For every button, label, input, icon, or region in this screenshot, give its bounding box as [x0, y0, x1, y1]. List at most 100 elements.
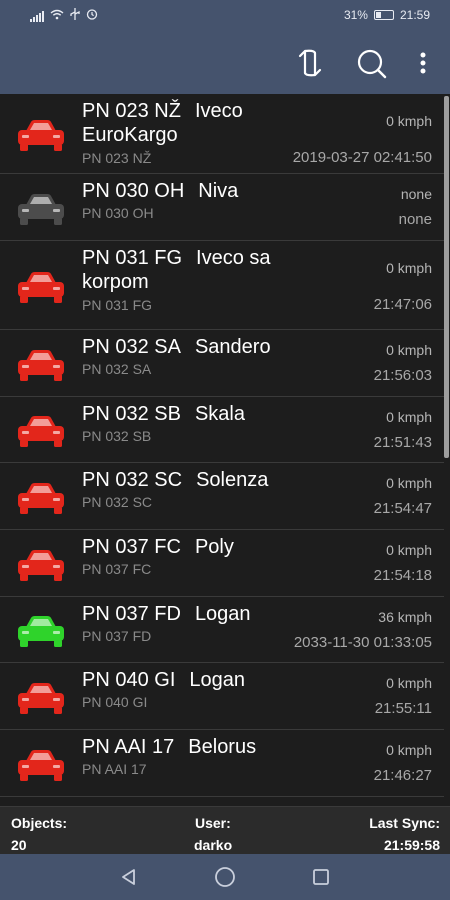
car-status-icon — [16, 682, 66, 716]
vehicle-row[interactable]: PN 031 FG Iveco sa korpom PN 031 FG 0 kmph 21… — [0, 241, 444, 330]
vehicle-name: Logan — [194, 603, 251, 625]
vehicle-row[interactable]: PN 040 GI Logan PN 040 GI 0 kmph 21:55:11 — [0, 663, 444, 730]
last-sync-value: 21:59:58 — [383, 837, 440, 853]
vehicle-speed: 36 kmph — [378, 609, 432, 625]
vehicle-title: PN 040 GI Logan — [82, 668, 332, 692]
status-time: 21:59 — [399, 8, 430, 22]
vehicle-title: PN 037 FC Poly — [82, 535, 332, 559]
vehicle-name: Logan — [189, 669, 246, 691]
vehicle-subtitle: PN 037 FD — [82, 628, 152, 644]
last-sync-label: Last Sync: — [369, 815, 440, 831]
vehicle-title: PN 031 FG Iveco sa korpom — [82, 246, 332, 294]
vehicle-subtitle: PN 031 FG — [82, 297, 153, 313]
vehicle-plate: PN 037 FD — [82, 603, 181, 625]
vehicle-plate: PN 032 SA — [82, 336, 181, 358]
signal-icon — [30, 10, 44, 22]
vehicle-speed: 0 kmph — [386, 742, 432, 758]
status-icons-left — [30, 8, 98, 23]
more-vert-icon[interactable] — [406, 46, 440, 80]
vehicle-row[interactable]: PN 032 SB Skala PN 032 SB 0 kmph 21:51:43 — [0, 397, 444, 463]
vehicle-speed: 0 kmph — [386, 675, 432, 691]
vehicle-title: PN 037 FD Logan — [82, 602, 332, 626]
scroll-thumb[interactable] — [444, 96, 449, 458]
status-icons-right: 31% 21:59 — [344, 8, 430, 22]
vehicle-last-update: 2019-03-27 02:41:50 — [292, 149, 432, 166]
vehicle-row[interactable]: PN 030 OH Niva PN 030 OH none none — [0, 174, 444, 241]
vehicle-row[interactable]: PN 037 FC Poly PN 037 FC 0 kmph 21:54:18 — [0, 530, 444, 597]
user-label: User: — [195, 815, 231, 831]
vehicle-plate: PN 032 SB — [82, 403, 181, 425]
vehicle-last-update: 21:54:47 — [373, 500, 432, 517]
vehicle-name-cont: EuroKargo — [82, 124, 178, 146]
sync-icon[interactable] — [293, 46, 327, 80]
objects-label: Objects: — [11, 815, 68, 831]
vehicle-row[interactable]: PN 032 SC Solenza PN 032 SC 0 kmph 21:54:47 — [0, 463, 444, 530]
vehicle-subtitle: PN 040 GI — [82, 694, 148, 710]
vehicle-row[interactable]: PN 037 FD Logan PN 037 FD 36 kmph 2033-11-30… — [0, 597, 444, 663]
vehicle-subtitle: PN 023 NŽ — [82, 150, 152, 166]
vehicle-title: PN 030 OH Niva — [82, 179, 332, 203]
vehicle-title: PN 032 SB Skala — [82, 402, 332, 426]
vehicle-plate: PN 037 FC — [82, 536, 181, 558]
battery-percent: 31% — [343, 8, 368, 22]
vehicle-name: Niva — [198, 180, 239, 202]
vehicle-subtitle: PN 037 FC — [82, 561, 152, 577]
vehicle-last-update: 21:56:03 — [373, 367, 432, 384]
vehicle-subtitle: PN 030 OH — [82, 205, 154, 221]
car-status-icon — [16, 193, 66, 227]
vehicle-subtitle: PN 032 SB — [82, 428, 152, 444]
vehicle-row[interactable]: PN 023 NŽ Iveco EuroKargo PN 023 NŽ 0 kmph 20… — [0, 94, 444, 174]
vehicle-list[interactable]: PN 023 NŽ Iveco EuroKargo PN 023 NŽ 0 kmph 20… — [0, 94, 450, 806]
user-value: darko — [194, 837, 233, 853]
vehicle-plate: PN 040 GI — [82, 669, 176, 691]
vehicle-plate: PN 032 SC — [82, 469, 183, 491]
vehicle-speed: 0 kmph — [386, 342, 432, 358]
car-status-icon — [16, 749, 66, 783]
vehicle-name: Skala — [194, 403, 245, 425]
car-status-icon — [16, 415, 66, 449]
vehicle-last-update: 21:51:43 — [373, 434, 432, 451]
vehicle-title: PN 023 NŽ Iveco EuroKargo — [82, 99, 332, 147]
vehicle-subtitle: PN AAI 17 — [82, 761, 147, 777]
vehicle-row[interactable]: PN AAI 17 Belorus PN AAI 17 0 kmph 21:46:27 — [0, 730, 444, 797]
vehicle-title: PN AAI 17 Belorus — [82, 735, 332, 759]
wifi-icon — [50, 9, 64, 23]
vehicle-name: Iveco sa — [196, 247, 271, 269]
car-status-icon — [16, 615, 66, 649]
app-toolbar — [0, 30, 450, 94]
vehicle-name: Belorus — [188, 736, 257, 758]
alarm-icon — [86, 8, 98, 23]
vehicle-last-update: 21:54:18 — [373, 567, 432, 584]
vehicle-speed: 0 kmph — [386, 113, 432, 129]
vehicle-last-update: none — [398, 211, 432, 228]
vehicle-plate: PN AAI 17 — [82, 736, 175, 758]
car-status-icon — [16, 119, 66, 153]
system-nav-bar — [0, 854, 450, 900]
status-bar: 31% 21:59 — [0, 0, 450, 30]
vehicle-speed: 0 kmph — [386, 475, 432, 491]
vehicle-subtitle: PN 032 SA — [82, 361, 152, 377]
recents-icon[interactable] — [306, 862, 336, 892]
vehicle-speed: none — [400, 186, 432, 202]
home-icon[interactable] — [210, 862, 240, 892]
summary-footer: Objects: 20 User: darko Last Sync: 21:59… — [0, 806, 450, 855]
vehicle-title: PN 032 SC Solenza — [82, 468, 332, 492]
search-icon[interactable] — [354, 46, 388, 80]
vehicle-name: Poly — [194, 536, 234, 558]
vehicle-speed: 0 kmph — [386, 260, 432, 276]
vehicle-last-update: 21:55:11 — [374, 700, 432, 717]
vehicle-title: PN 032 SA Sandero — [82, 335, 332, 359]
usb-icon — [70, 8, 80, 23]
vehicle-last-update: 21:46:27 — [373, 767, 432, 784]
vehicle-plate: PN 023 NŽ — [82, 100, 181, 122]
vehicle-plate: PN 031 FG — [82, 247, 183, 269]
vehicle-row[interactable]: PN 032 SA Sandero PN 032 SA 0 kmph 21:56:03 — [0, 330, 444, 397]
vehicle-name: Iveco — [194, 100, 243, 122]
vehicle-subtitle: PN 032 SC — [82, 494, 153, 510]
vehicle-name: Solenza — [196, 469, 269, 491]
back-icon[interactable] — [114, 862, 144, 892]
car-status-icon — [16, 271, 66, 305]
vehicle-speed: 0 kmph — [386, 542, 432, 558]
objects-count: 20 — [11, 837, 27, 853]
list-scrollbar[interactable] — [444, 94, 449, 806]
